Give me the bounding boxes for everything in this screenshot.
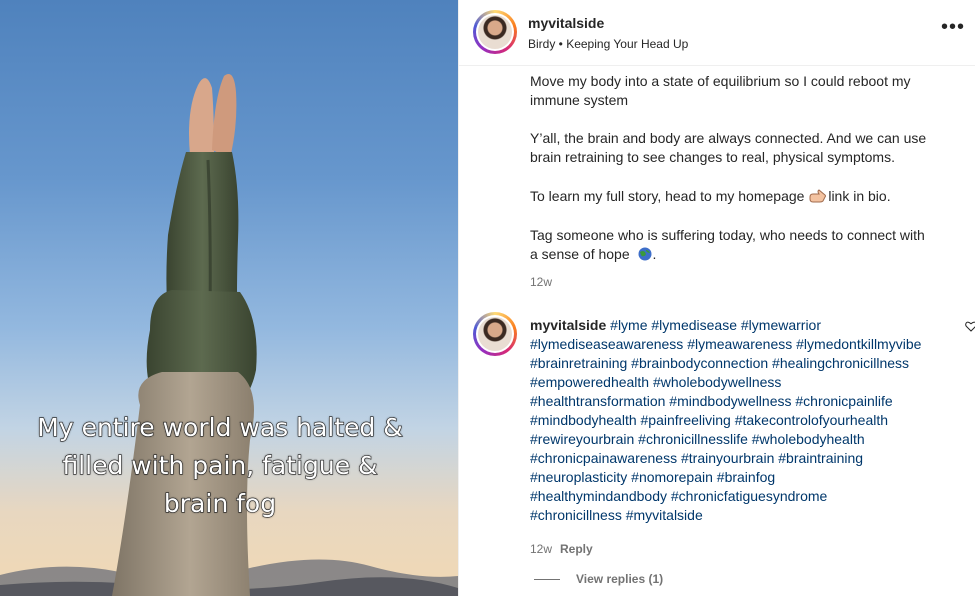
globe-emoji xyxy=(638,247,652,261)
comment-body: myvitalside #lyme #lymedisease #lymewarr… xyxy=(530,316,950,559)
video-text-line-3: brain fog xyxy=(163,488,277,518)
commenter-avatar[interactable] xyxy=(473,312,517,356)
hashtag-line[interactable]: #brainretraining #brainbodyconnection #h… xyxy=(530,354,950,373)
caption-paragraph-2: Y’all, the brain and body are always con… xyxy=(530,130,927,165)
caption-paragraph-4: Tag someone who is suffering today, who … xyxy=(530,227,925,262)
post-header: myvitalside Birdy • Keeping Your Head Up… xyxy=(459,0,975,66)
comment-meta: 12w Reply xyxy=(530,539,950,559)
post-media[interactable]: My entire world was halted & filled with… xyxy=(0,0,458,596)
hashtag-line[interactable]: #healthtransformation #mindbodywellness … xyxy=(530,392,950,411)
hashtag-line[interactable]: #neuroplasticity #nomorepain #brainfog xyxy=(530,468,950,487)
heart-icon[interactable] xyxy=(965,321,975,332)
hashtag-line[interactable]: #empoweredhealth #wholebodywellness xyxy=(530,373,950,392)
reply-button[interactable]: Reply xyxy=(560,542,593,556)
caption-paragraph-3: To learn my full story, head to my homep… xyxy=(530,188,891,204)
hashtag-line[interactable]: #healthymindandbody #chronicfatiguesyndr… xyxy=(530,487,950,506)
hashtag-line[interactable]: #chronicpainawareness #trainyourbrain #b… xyxy=(530,449,950,468)
hashtag-line[interactable]: #chronicillness #myvitalside xyxy=(530,506,950,525)
replies-divider xyxy=(534,578,560,580)
pointing-hand-emoji xyxy=(809,189,827,203)
author-avatar[interactable] xyxy=(473,10,517,54)
hashtag-line[interactable]: #lyme #lymedisease #lymewarrior xyxy=(610,317,821,333)
hashtag-line[interactable]: #mindbodyhealth #painfreeliving #takecon… xyxy=(530,411,950,430)
hashtag-line[interactable]: #rewireyourbrain #chronicillnesslife #wh… xyxy=(530,430,950,449)
hashtag-line[interactable]: #lymediseaseawareness #lymeawareness #ly… xyxy=(530,335,950,354)
more-options-icon[interactable]: ••• xyxy=(941,17,969,44)
author-username[interactable]: myvitalside xyxy=(528,15,604,31)
view-replies-button[interactable]: View replies (1) xyxy=(534,572,663,586)
comment-timestamp[interactable]: 12w xyxy=(530,542,552,556)
post-timestamp[interactable]: 12w xyxy=(530,273,960,292)
audio-track[interactable]: Birdy • Keeping Your Head Up xyxy=(528,37,688,51)
caption-paragraph-1: Move my body into a state of equilibrium… xyxy=(530,73,911,108)
video-text-line-2: filled with pain, fatigue & xyxy=(62,450,378,480)
video-text-line-1: My entire world was halted & xyxy=(37,412,404,442)
commenter-username[interactable]: myvitalside xyxy=(530,317,606,333)
post-sidebar: myvitalside Birdy • Keeping Your Head Up… xyxy=(458,0,975,596)
